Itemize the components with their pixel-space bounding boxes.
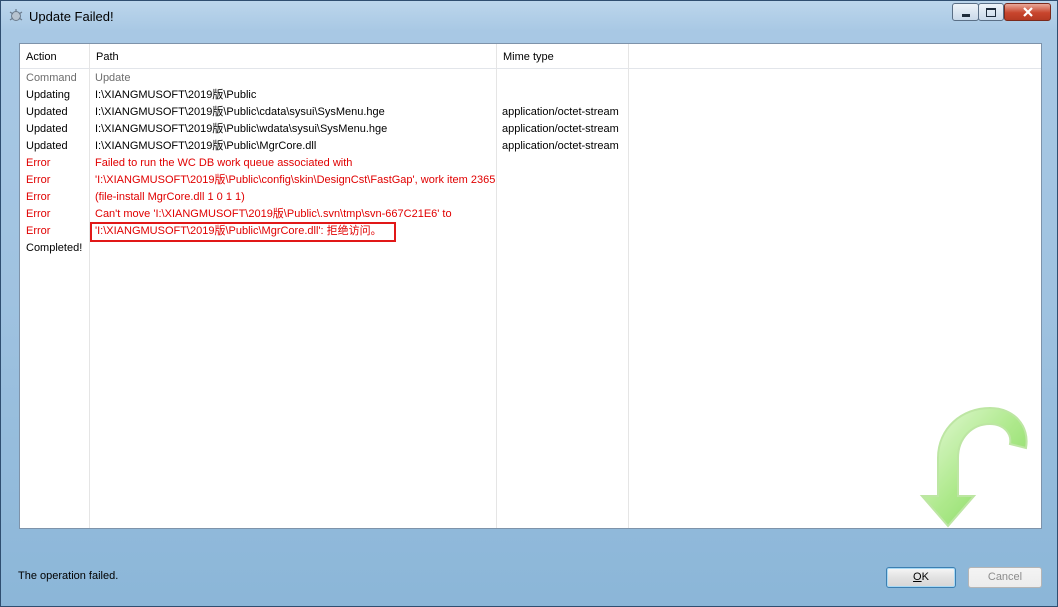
- close-button[interactable]: [1004, 3, 1051, 21]
- result-row[interactable]: Command Update: [20, 70, 1041, 87]
- row-path: Failed to run the WC DB work queue assoc…: [95, 157, 353, 169]
- title-bar: Update Failed!: [1, 1, 1057, 31]
- result-row[interactable]: Updated I:\XIANGMUSOFT\2019版\Public\MgrCo…: [20, 138, 1041, 155]
- maximize-button[interactable]: [978, 3, 1004, 21]
- result-row[interactable]: Updating I:\XIANGMUSOFT\2019版\Public: [20, 87, 1041, 104]
- result-row[interactable]: Error (file-install MgrCore.dll 1 0 1 1): [20, 189, 1041, 206]
- row-path: I:\XIANGMUSOFT\2019版\Public: [95, 89, 257, 101]
- ok-label-rest: K: [921, 571, 929, 583]
- row-path: Can't move 'I:\XIANGMUSOFT\2019版\Public\…: [95, 208, 452, 220]
- minimize-button[interactable]: [952, 3, 979, 21]
- results-list[interactable]: Action Path Mime type Command Update Updat…: [19, 43, 1042, 529]
- column-header: Action Path Mime type: [20, 44, 1041, 69]
- row-action: Updated: [26, 106, 68, 118]
- highlight-annotation: [90, 222, 396, 242]
- maximize-icon: [986, 7, 996, 17]
- result-row[interactable]: Error Can't move 'I:\XIANGMUSOFT\2019版\Pu…: [20, 206, 1041, 223]
- column-action[interactable]: Action: [20, 44, 90, 68]
- column-mime-label: Mime type: [503, 51, 554, 63]
- column-path[interactable]: Path: [90, 44, 497, 68]
- row-path: I:\XIANGMUSOFT\2019版\Public\cdata\sysui\…: [95, 106, 385, 118]
- result-row[interactable]: Error 'I:\XIANGMUSOFT\2019版\Public\confi…: [20, 172, 1041, 189]
- result-row[interactable]: Updated I:\XIANGMUSOFT\2019版\Public\cdata…: [20, 104, 1041, 121]
- cancel-button[interactable]: Cancel: [968, 567, 1042, 588]
- row-path: 'I:\XIANGMUSOFT\2019版\Public\config\skin…: [95, 174, 496, 186]
- result-row[interactable]: Error Failed to run the WC DB work queue …: [20, 155, 1041, 172]
- tortoisesvn-icon: [8, 8, 24, 24]
- column-action-label: Action: [26, 51, 57, 63]
- green-update-arrow-icon: [919, 406, 1028, 528]
- result-row[interactable]: Completed!: [20, 240, 1041, 257]
- column-mime-type[interactable]: Mime type: [497, 44, 628, 68]
- row-action: Updating: [26, 89, 71, 101]
- row-path: (file-install MgrCore.dll 1 0 1 1): [95, 191, 245, 203]
- ok-mnemonic: O: [913, 571, 922, 583]
- row-action: Completed!: [26, 242, 83, 254]
- row-action: Command: [26, 72, 77, 84]
- update-failed-dialog: Update Failed! Action Path Mime type Com…: [0, 0, 1058, 607]
- window-title: Update Failed!: [29, 9, 114, 24]
- row-action: Error: [26, 157, 51, 169]
- row-path: I:\XIANGMUSOFT\2019版\Public\MgrCore.dll: [95, 140, 317, 152]
- ok-button[interactable]: OK: [886, 567, 956, 588]
- row-action: Updated: [26, 140, 68, 152]
- row-path: Update: [95, 72, 131, 84]
- minimize-icon: [961, 13, 970, 17]
- row-mime-type: application/octet-stream: [502, 140, 619, 152]
- row-action: Error: [26, 208, 51, 220]
- row-path: I:\XIANGMUSOFT\2019版\Public\wdata\sysui\…: [95, 123, 388, 135]
- column-path-label: Path: [96, 51, 119, 63]
- row-action: Error: [26, 191, 51, 203]
- close-icon: [1022, 7, 1033, 17]
- status-text: The operation failed.: [18, 570, 119, 582]
- row-action: Error: [26, 174, 51, 186]
- row-mime-type: application/octet-stream: [502, 123, 619, 135]
- row-action: Updated: [26, 123, 68, 135]
- result-row[interactable]: Updated I:\XIANGMUSOFT\2019版\Public\wdata…: [20, 121, 1041, 138]
- row-mime-type: application/octet-stream: [502, 106, 619, 118]
- row-action: Error: [26, 225, 51, 237]
